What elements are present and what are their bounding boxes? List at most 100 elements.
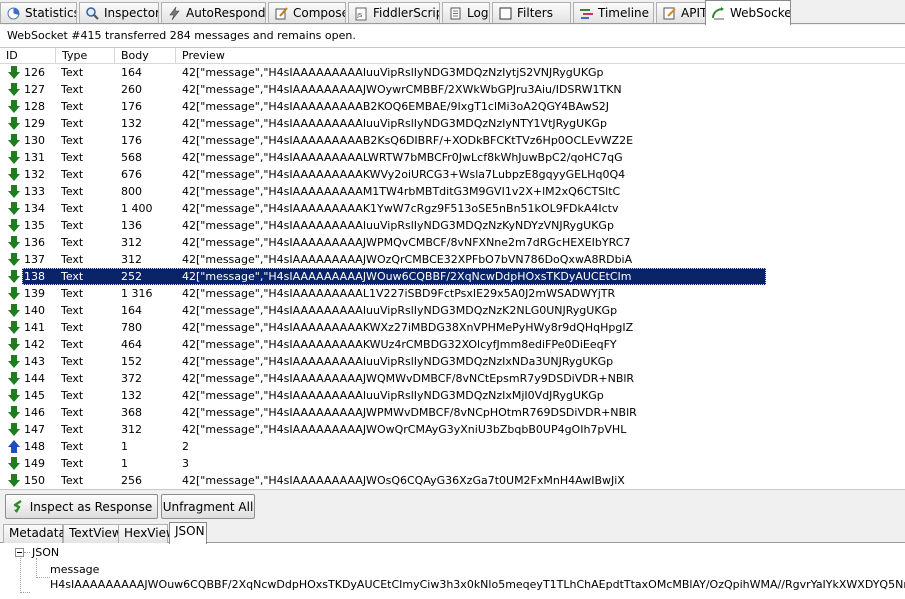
subtab-json[interactable]: JSON — [169, 522, 207, 544]
websocket-icon — [711, 6, 726, 21]
inspect-as-response-button[interactable]: Inspect as Response — [5, 494, 158, 519]
message-preview: 42["message","H4sIAAAAAAAAAJWOwQrCMAyG3y… — [182, 423, 627, 436]
message-row[interactable]: 148 Text 1 2 — [0, 438, 905, 455]
timeline-icon — [579, 6, 594, 21]
message-row[interactable]: 142 Text 464 42["message","H4sIAAAAAAAAAKWU… — [0, 336, 905, 353]
arrow-down-icon — [7, 320, 21, 335]
subtab-hexview[interactable]: HexView — [118, 524, 176, 543]
column-header-body[interactable]: Body — [115, 48, 176, 64]
message-type: Text — [61, 423, 84, 436]
tab-autoresponder[interactable]: AutoResponder — [161, 2, 266, 23]
message-row[interactable]: 141 Text 780 42["message","H4sIAAAAAAAAAKWX… — [0, 319, 905, 336]
message-body-size: 132 — [121, 117, 142, 130]
tab-fiddlerscript[interactable]: JS FiddlerScript — [348, 2, 440, 23]
message-row[interactable]: 128 Text 176 42["message","H4sIAAAAAAAAAB2K… — [0, 98, 905, 115]
tab-filters[interactable]: Filters — [492, 2, 571, 23]
message-row[interactable]: 136 Text 312 42["message","H4sIAAAAAAAAAJWP… — [0, 234, 905, 251]
message-id: 136 — [24, 236, 45, 249]
message-id: 128 — [24, 100, 45, 113]
message-preview: 42["message","H4sIAAAAAAAAAKWVy2oiURCG3+… — [182, 168, 626, 181]
tab-log[interactable]: Log — [442, 2, 490, 23]
message-preview: 2 — [182, 440, 189, 453]
tab-label: AutoResponder — [186, 6, 266, 20]
message-preview: 42["message","H4sIAAAAAAAAAIuuVipRslIyND… — [182, 219, 614, 232]
tab-timeline[interactable]: Timeline — [573, 2, 654, 23]
message-row[interactable]: 149 Text 1 3 — [0, 455, 905, 472]
message-id: 145 — [24, 389, 45, 402]
tree-node-root[interactable]: JSON — [32, 546, 59, 560]
message-row[interactable]: 137 Text 312 42["message","H4sIAAAAAAAAAJWO… — [0, 251, 905, 268]
arrow-down-icon — [7, 150, 21, 165]
websocket-messages-grid[interactable]: ID Type Body Preview 126 Text 164 42["messa… — [0, 47, 905, 490]
column-header-type[interactable]: Type — [56, 48, 115, 64]
subtab-metadata[interactable]: Metadata — [3, 524, 66, 543]
message-body-size: 256 — [121, 474, 142, 487]
arrow-down-icon — [7, 184, 21, 199]
message-row[interactable]: 130 Text 176 42["message","H4sIAAAAAAAAAB2K… — [0, 132, 905, 149]
tree-node-message[interactable]: message — [50, 563, 99, 577]
message-id: 134 — [24, 202, 45, 215]
message-preview: 42["message","H4sIAAAAAAAAAIuuVipRslIyND… — [182, 389, 604, 402]
message-preview: 42["message","H4sIAAAAAAAAAB2KOQ6EMBAE/9… — [182, 100, 610, 113]
message-preview: 42["message","H4sIAAAAAAAAAM1TW4rbMBTdit… — [182, 185, 621, 198]
grid-rows: 126 Text 164 42["message","H4sIAAAAAAAAAIuu… — [0, 64, 905, 489]
script-icon: JS — [354, 6, 369, 21]
tab-statistics[interactable]: Statistics — [0, 2, 77, 23]
message-type: Text — [61, 117, 84, 130]
message-row[interactable]: 126 Text 164 42["message","H4sIAAAAAAAAAIuu… — [0, 64, 905, 81]
message-row[interactable]: 132 Text 676 42["message","H4sIAAAAAAAAAKWV… — [0, 166, 905, 183]
column-header-id[interactable]: ID — [0, 48, 56, 64]
message-preview: 42["message","H4sIAAAAAAAAAJWOzQrCMBCE32… — [182, 253, 633, 266]
message-inspector-tabs: Metadata TextView HexView JSON — [0, 522, 905, 544]
message-row[interactable]: 131 Text 568 42["message","H4sIAAAAAAAAALWR… — [0, 149, 905, 166]
message-body-size: 164 — [121, 304, 142, 317]
message-id: 141 — [24, 321, 45, 334]
message-row[interactable]: 133 Text 800 42["message","H4sIAAAAAAAAAM1T… — [0, 183, 905, 200]
tree-connector-line — [20, 592, 30, 593]
message-row[interactable]: 147 Text 312 42["message","H4sIAAAAAAAAAJWO… — [0, 421, 905, 438]
message-row[interactable]: 144 Text 372 42["message","H4sIAAAAAAAAAJWQ… — [0, 370, 905, 387]
column-header-preview[interactable]: Preview — [176, 48, 905, 64]
arrow-down-icon — [7, 201, 21, 216]
message-id: 129 — [24, 117, 45, 130]
message-row[interactable]: 150 Text 256 42["message","H4sIAAAAAAAAAJWO… — [0, 472, 905, 489]
unfragment-all-button[interactable]: Unfragment All — [161, 494, 255, 519]
tab-composer[interactable]: Composer — [268, 2, 346, 23]
message-body-size: 312 — [121, 236, 142, 249]
arrow-down-icon — [7, 422, 21, 437]
tree-node-value[interactable]: H4sIAAAAAAAAAJWOuw6CQBBF/2XqNcwDdpHOxsTK… — [50, 578, 905, 592]
message-row[interactable]: 139 Text 1 316 42["message","H4sIAAAAAAAAAL… — [0, 285, 905, 302]
collapse-toggle-icon[interactable] — [15, 548, 24, 557]
arrow-down-icon — [7, 167, 21, 182]
message-row[interactable]: 129 Text 132 42["message","H4sIAAAAAAAAAIuu… — [0, 115, 905, 132]
message-preview: 42["message","H4sIAAAAAAAAAJWOywrCMBBF/2… — [182, 83, 622, 96]
message-type: Text — [61, 100, 84, 113]
message-row[interactable]: 135 Text 136 42["message","H4sIAAAAAAAAAIuu… — [0, 217, 905, 234]
subtab-textview[interactable]: TextView — [63, 524, 122, 543]
message-type: Text — [61, 440, 84, 453]
apitest-icon — [662, 6, 677, 21]
message-type: Text — [61, 219, 84, 232]
message-preview: 42["message","H4sIAAAAAAAAAKWUz4rCMBDG32… — [182, 338, 617, 351]
message-row[interactable]: 146 Text 368 42["message","H4sIAAAAAAAAAJWP… — [0, 404, 905, 421]
message-type: Text — [61, 83, 84, 96]
message-body-size: 800 — [121, 185, 142, 198]
message-body-size: 676 — [121, 168, 142, 181]
message-type: Text — [61, 236, 84, 249]
message-id: 138 — [24, 270, 45, 283]
inspect-arrow-icon — [11, 499, 26, 514]
message-row[interactable]: 143 Text 152 42["message","H4sIAAAAAAAAAIuu… — [0, 353, 905, 370]
arrow-down-icon — [7, 133, 21, 148]
message-row[interactable]: 127 Text 260 42["message","H4sIAAAAAAAAAJWO… — [0, 81, 905, 98]
tab-inspectors[interactable]: Inspectors — [79, 2, 159, 23]
message-row[interactable]: 140 Text 164 42["message","H4sIAAAAAAAAAIuu… — [0, 302, 905, 319]
message-row[interactable]: 145 Text 132 42["message","H4sIAAAAAAAAAIuu… — [0, 387, 905, 404]
tab-label: Log — [467, 6, 489, 20]
tab-websocket[interactable]: WebSocket — [705, 0, 791, 25]
message-row[interactable]: 138 Text 252 42["message","H4sIAAAAAAAAAJWO… — [0, 268, 905, 285]
arrow-down-icon — [7, 405, 21, 420]
message-row[interactable]: 134 Text 1 400 42["message","H4sIAAAAAAAAAK… — [0, 200, 905, 217]
message-id: 135 — [24, 219, 45, 232]
message-body-size: 260 — [121, 83, 142, 96]
json-tree-view[interactable]: JSON message H4sIAAAAAAAAAJWOuw6CQBBF/2X… — [0, 543, 905, 599]
